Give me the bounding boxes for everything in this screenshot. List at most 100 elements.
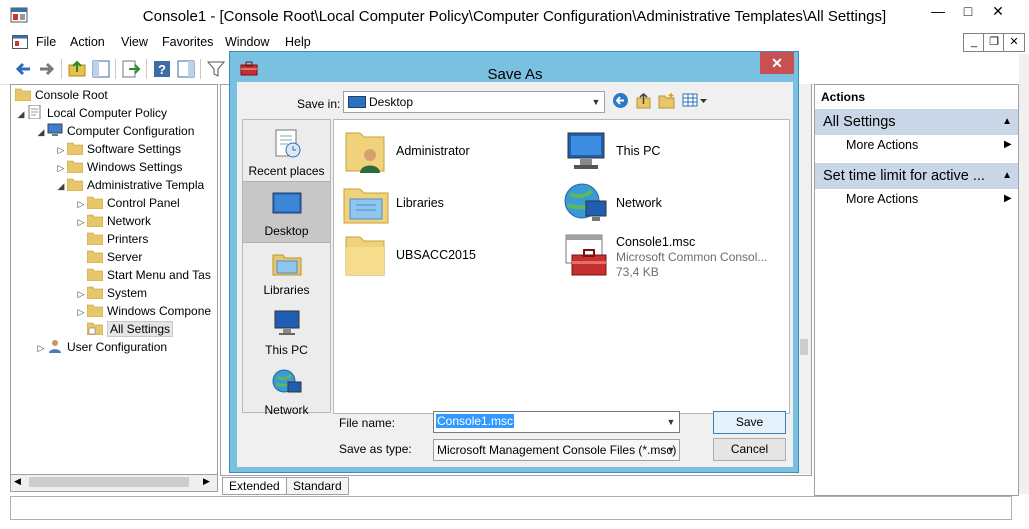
collapsed-arrow-icon[interactable]: ▷	[35, 339, 47, 357]
tree-label: Windows Compone	[107, 304, 212, 318]
file-name: Administrator	[396, 144, 470, 158]
expanded-arrow-icon[interactable]: ◢	[15, 105, 27, 123]
export-list-icon[interactable]	[120, 58, 142, 80]
collapsed-arrow-icon[interactable]: ▷	[75, 285, 87, 303]
help-icon[interactable]: ?	[151, 58, 173, 80]
tree-item-control-panel[interactable]: ▷ Control Panel	[75, 194, 180, 212]
file-item-libraries[interactable]: Libraries	[342, 179, 552, 227]
tree-item-start-menu[interactable]: Start Menu and Tas	[75, 266, 211, 284]
collapsed-arrow-icon[interactable]: ▷	[75, 213, 87, 231]
file-name-value[interactable]: Console1.msc	[436, 414, 515, 428]
save-as-type-dropdown[interactable]: Microsoft Management Console Files (*.ms…	[433, 439, 680, 461]
chevron-down-icon[interactable]: ▼	[663, 412, 679, 432]
mdi-minimize-button[interactable]: _	[963, 33, 985, 52]
place-libraries[interactable]: Libraries	[243, 241, 330, 301]
file-list[interactable]: Administrator This PC Libraries Network …	[333, 119, 790, 414]
window-vertical-scrollbar[interactable]	[1019, 54, 1029, 494]
tab-extended[interactable]: Extended	[222, 477, 287, 495]
submenu-arrow-icon: ▶	[1004, 139, 1012, 150]
tree-item-network[interactable]: ▷ Network	[75, 212, 151, 230]
menu-file[interactable]: File	[36, 35, 56, 49]
view-menu-icon[interactable]	[682, 92, 708, 109]
mdi-close-button[interactable]: ✕	[1003, 33, 1025, 52]
tree-horizontal-scrollbar[interactable]: ◀ ▶	[10, 474, 218, 492]
collapsed-arrow-icon[interactable]: ▷	[55, 159, 67, 177]
more-actions-item[interactable]: More Actions	[846, 138, 918, 152]
settings-folder-icon	[87, 322, 103, 335]
expanded-arrow-icon[interactable]: ◢	[55, 177, 67, 195]
menu-action[interactable]: Action	[70, 35, 105, 49]
tree-item-local-computer-policy[interactable]: ◢ Local Computer Policy	[15, 104, 167, 122]
window-title: Console1 - [Console Root\Local Computer …	[142, 8, 887, 25]
tree-item-user-configuration[interactable]: ▷ User Configuration	[35, 338, 167, 356]
actions-pane: Actions All Settings ▲ More Actions ▶ Se…	[814, 84, 1019, 496]
collapse-up-icon[interactable]: ▲	[1002, 109, 1012, 135]
forward-arrow-icon[interactable]	[36, 58, 58, 80]
menu-window[interactable]: Window	[225, 35, 269, 49]
collapsed-arrow-icon[interactable]: ▷	[55, 141, 67, 159]
save-button[interactable]: Save	[713, 411, 786, 434]
menu-help[interactable]: Help	[285, 35, 311, 49]
scroll-thumb[interactable]	[800, 339, 808, 355]
file-name-field[interactable]: Console1.msc ▼	[433, 411, 680, 433]
save-in-dropdown[interactable]: Desktop ▼	[343, 91, 605, 113]
tree-item-software-settings[interactable]: ▷ Software Settings	[55, 140, 182, 159]
place-this-pc[interactable]: This PC	[243, 301, 330, 361]
mdi-restore-button[interactable]: ❐	[983, 33, 1005, 52]
minimize-button[interactable]: —	[922, 0, 954, 24]
chevron-down-icon[interactable]: ▼	[663, 440, 679, 460]
place-desktop[interactable]: Desktop	[243, 181, 330, 243]
tree-item-computer-configuration[interactable]: ◢ Computer Configuration	[35, 122, 194, 140]
maximize-button[interactable]: □	[952, 0, 984, 24]
cancel-button[interactable]: Cancel	[713, 438, 786, 461]
desktop-icon	[348, 96, 366, 108]
collapse-up-icon[interactable]: ▲	[1002, 163, 1012, 189]
scroll-left-arrow-icon[interactable]: ◀	[14, 476, 21, 487]
tree-item-all-settings[interactable]: All Settings	[75, 320, 174, 338]
console-tree[interactable]: Console Root ◢ Local Computer Policy ◢ Com…	[10, 84, 218, 476]
back-arrow-icon[interactable]	[12, 58, 34, 80]
tree-item-console-root[interactable]: Console Root	[15, 86, 108, 104]
tab-standard[interactable]: Standard	[286, 477, 349, 495]
collapsed-arrow-icon[interactable]: ▷	[75, 303, 87, 321]
file-item-network[interactable]: Network	[562, 179, 772, 227]
back-icon[interactable]	[612, 92, 629, 109]
up-folder-icon[interactable]	[66, 58, 88, 80]
dialog-close-button[interactable]: ✕	[760, 52, 794, 74]
user-icon	[49, 340, 61, 353]
mdi-window-icon[interactable]	[12, 35, 28, 49]
menu-favorites[interactable]: Favorites	[162, 35, 213, 49]
actions-section-set-time-limit[interactable]: Set time limit for active ... ▲	[815, 163, 1018, 189]
file-name: Network	[616, 196, 662, 210]
expanded-arrow-icon[interactable]: ◢	[35, 123, 47, 141]
chevron-down-icon[interactable]: ▼	[588, 92, 604, 112]
file-item-console1-msc[interactable]: Console1.msc Microsoft Common Consol... …	[562, 231, 777, 287]
file-item-ubsacc2015[interactable]: UBSACC2015	[342, 231, 552, 279]
collapsed-arrow-icon[interactable]: ▷	[75, 195, 87, 213]
place-network[interactable]: Network	[243, 361, 330, 421]
tree-item-administrative-templates[interactable]: ◢ Administrative Templa	[55, 176, 205, 195]
file-item-administrator[interactable]: Administrator	[342, 127, 552, 175]
actions-section-all-settings[interactable]: All Settings ▲	[815, 109, 1018, 135]
show-action-pane-icon[interactable]	[175, 58, 197, 80]
up-one-level-icon[interactable]	[635, 92, 652, 109]
tree-item-server[interactable]: Server	[75, 248, 142, 266]
scroll-right-arrow-icon[interactable]: ▶	[203, 476, 210, 487]
file-size: 73,4 KB	[616, 265, 659, 279]
more-actions-item[interactable]: More Actions	[846, 192, 918, 206]
show-hide-tree-icon[interactable]	[90, 58, 112, 80]
menu-view[interactable]: View	[121, 35, 148, 49]
new-folder-icon[interactable]	[658, 92, 675, 109]
tree-item-printers[interactable]: Printers	[75, 230, 148, 248]
place-label: Recent places	[248, 164, 325, 178]
tree-item-windows-components[interactable]: ▷ Windows Compone	[75, 302, 212, 321]
filter-icon[interactable]	[205, 58, 227, 80]
user-folder-icon	[345, 132, 385, 173]
close-button[interactable]: ✕	[982, 0, 1014, 24]
file-item-this-pc[interactable]: This PC	[562, 127, 772, 175]
tree-item-system[interactable]: ▷ System	[75, 284, 147, 302]
scroll-thumb[interactable]	[29, 477, 189, 487]
toolbar-separator	[115, 59, 116, 79]
tree-item-windows-settings[interactable]: ▷ Windows Settings	[55, 158, 183, 177]
place-recent-places[interactable]: Recent places	[243, 122, 330, 182]
